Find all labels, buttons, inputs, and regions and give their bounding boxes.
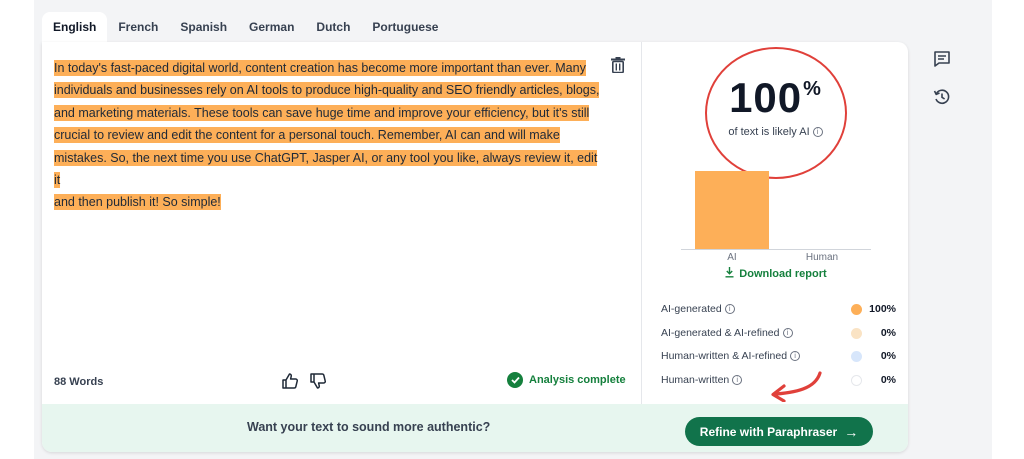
history-icon[interactable] [933, 88, 951, 106]
tab-french[interactable]: French [107, 12, 169, 42]
chart-label-human: Human [805, 252, 839, 263]
results-panel: 100% of text is likely AI i AI Human Downl… [643, 42, 908, 404]
download-report-label: Download report [739, 268, 827, 280]
legend-dot [851, 304, 862, 315]
trash-icon[interactable] [611, 57, 625, 73]
legend-dot [851, 351, 862, 362]
legend-label-text: AI-generated [661, 303, 722, 315]
info-icon[interactable]: i [724, 304, 735, 315]
legend-label: Human-written & AI-refined i [661, 350, 801, 362]
text-line: and then publish it! So simple! [54, 194, 221, 211]
legend-label: AI-generated & AI-refined i [661, 327, 793, 339]
legend-label: AI-generated i [661, 303, 735, 315]
page: English French Spanish German Dutch Port… [0, 0, 1024, 459]
tab-portuguese[interactable]: Portuguese [361, 12, 449, 42]
comment-icon[interactable] [933, 50, 951, 68]
tab-spanish[interactable]: Spanish [169, 12, 238, 42]
score-label-text: of text is likely AI [728, 126, 810, 138]
chart-bar-ai [695, 171, 769, 249]
info-icon[interactable]: i [732, 374, 743, 385]
ai-score: 100% [643, 74, 908, 122]
legend-value: 0% [880, 326, 896, 339]
tab-english[interactable]: English [42, 12, 108, 42]
annotation-arrow [771, 371, 822, 402]
refine-button-label: Refine with Paraphraser [699, 424, 838, 439]
legend-row-ai-generated-ai-refined: AI-generated & AI-refined i 0% [661, 324, 901, 348]
legend-value: 100% [869, 303, 896, 315]
score-value: 100 [729, 74, 803, 121]
text-editor[interactable]: In today's fast-paced digital world, con… [42, 42, 642, 404]
legend-label-text: AI-generated & AI-refined [661, 326, 780, 339]
chart-axis [681, 249, 871, 250]
arrow-right-icon: → [844, 423, 859, 440]
legend-label-text: Human-written [661, 373, 730, 386]
ai-human-chart: AI Human [681, 154, 871, 263]
legend-dot [851, 327, 862, 339]
download-icon [725, 267, 734, 278]
editor-footer: 88 Words Analysis complete [42, 367, 642, 397]
legend-value: 0% [880, 350, 896, 362]
status-label: Analysis complete [529, 374, 626, 386]
word-count: 88 Words [54, 376, 104, 388]
legend-label: Human-written i [661, 373, 743, 386]
download-report-button[interactable]: Download report [643, 266, 908, 280]
legend-label-text: Human-written & AI-refined [661, 350, 788, 362]
thumbs-down-icon[interactable] [309, 372, 327, 390]
thumbs-up-icon[interactable] [281, 372, 299, 390]
text-line: and marketing materials. These tools can… [54, 104, 590, 121]
legend-row-human-written-ai-refined: Human-written & AI-refined i 0% [661, 347, 901, 371]
legend-row-ai-generated: AI-generated i 100% [661, 300, 901, 324]
tab-dutch[interactable]: Dutch [305, 12, 361, 42]
refine-with-paraphraser-button[interactable]: Refine with Paraphraser → [685, 417, 873, 446]
tab-german[interactable]: German [238, 12, 305, 42]
info-icon[interactable]: i [782, 327, 793, 338]
text-line: mistakes. So, the next time you use Chat… [54, 149, 598, 189]
legend-dot [851, 374, 862, 386]
language-tabs: English French Spanish German Dutch Port… [42, 12, 449, 42]
left-margin [0, 0, 34, 459]
text-line: crucial to review and edit the content f… [54, 127, 560, 144]
legend-value: 0% [880, 373, 896, 386]
analysis-status: Analysis complete [507, 372, 626, 388]
info-icon[interactable]: i [812, 127, 823, 138]
text-line: individuals and businesses rely on AI to… [54, 82, 600, 99]
banner-prompt: Want your text to sound more authentic? [247, 420, 491, 434]
text-line: In today's fast-paced digital world, con… [54, 60, 586, 76]
score-unit: % [803, 78, 822, 100]
check-circle-icon [507, 372, 523, 388]
analyzed-text[interactable]: In today's fast-paced digital world, con… [54, 57, 606, 214]
paraphraser-banner: Want your text to sound more authentic? … [42, 404, 908, 452]
chart-label-ai: AI [727, 252, 737, 263]
info-icon[interactable]: i [790, 351, 801, 362]
score-label: of text is likely AI i [643, 126, 908, 138]
